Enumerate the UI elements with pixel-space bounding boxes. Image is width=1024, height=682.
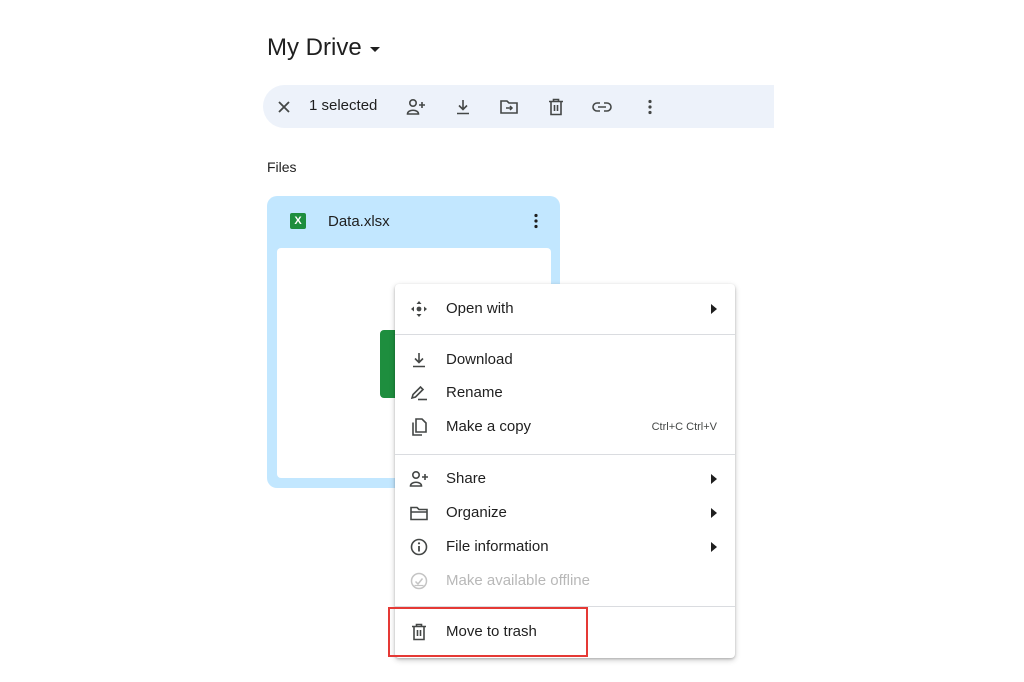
context-menu: Open with Download Rename Make a copy Ct… <box>395 284 735 658</box>
download-icon <box>409 350 429 370</box>
menu-item-organize[interactable]: Organize <box>395 497 735 529</box>
menu-item-label: File information <box>446 538 549 555</box>
menu-item-file-information[interactable]: File information <box>395 531 735 563</box>
share-icon[interactable] <box>403 94 429 120</box>
download-icon[interactable] <box>450 94 476 120</box>
submenu-arrow-icon <box>711 542 717 552</box>
submenu-arrow-icon <box>711 474 717 484</box>
share-icon <box>409 469 429 489</box>
selection-toolbar: 1 selected <box>263 85 774 128</box>
menu-item-label: Open with <box>446 300 514 317</box>
trash-icon[interactable] <box>543 94 569 120</box>
my-drive-title[interactable]: My Drive <box>267 34 380 62</box>
menu-item-label: Share <box>446 470 487 487</box>
menu-item-label: Organize <box>446 504 507 521</box>
copy-icon <box>409 417 429 437</box>
menu-item-label: Make available offline <box>446 572 590 589</box>
menu-divider <box>395 334 735 335</box>
info-icon <box>409 537 429 557</box>
menu-item-download[interactable]: Download <box>395 344 735 376</box>
link-icon[interactable] <box>589 94 615 120</box>
menu-divider <box>395 454 735 455</box>
menu-item-rename[interactable]: Rename <box>395 377 735 409</box>
menu-item-move-to-trash[interactable]: Move to trash <box>395 616 735 648</box>
move-icon[interactable] <box>496 94 522 120</box>
open-with-icon <box>409 299 429 319</box>
menu-item-label: Rename <box>446 384 503 401</box>
menu-item-label: Download <box>446 351 513 368</box>
menu-item-make-a-copy[interactable]: Make a copy Ctrl+C Ctrl+V <box>395 411 735 443</box>
file-name: Data.xlsx <box>328 213 390 230</box>
menu-item-label: Move to trash <box>446 623 537 640</box>
submenu-arrow-icon <box>711 304 717 314</box>
trash-icon <box>409 622 429 642</box>
offline-icon <box>409 571 429 591</box>
file-more-icon[interactable] <box>525 210 547 232</box>
menu-divider <box>395 606 735 607</box>
submenu-arrow-icon <box>711 508 717 518</box>
files-section-label: Files <box>267 159 297 175</box>
selected-count: 1 selected <box>309 97 378 114</box>
rename-icon <box>409 383 429 403</box>
file-card-header[interactable]: X Data.xlsx <box>267 196 560 248</box>
close-icon[interactable] <box>271 94 297 120</box>
menu-item-open-with[interactable]: Open with <box>395 293 735 325</box>
more-vert-icon[interactable] <box>637 94 663 120</box>
menu-item-shortcut: Ctrl+C Ctrl+V <box>651 421 717 433</box>
menu-item-label: Make a copy <box>446 418 532 435</box>
menu-item-make-available-offline: Make available offline <box>395 565 735 597</box>
caret-down-icon <box>369 47 380 52</box>
page-title: My Drive <box>267 34 362 61</box>
excel-icon: X <box>290 213 306 229</box>
folder-icon <box>409 503 429 523</box>
menu-item-share[interactable]: Share <box>395 463 735 495</box>
